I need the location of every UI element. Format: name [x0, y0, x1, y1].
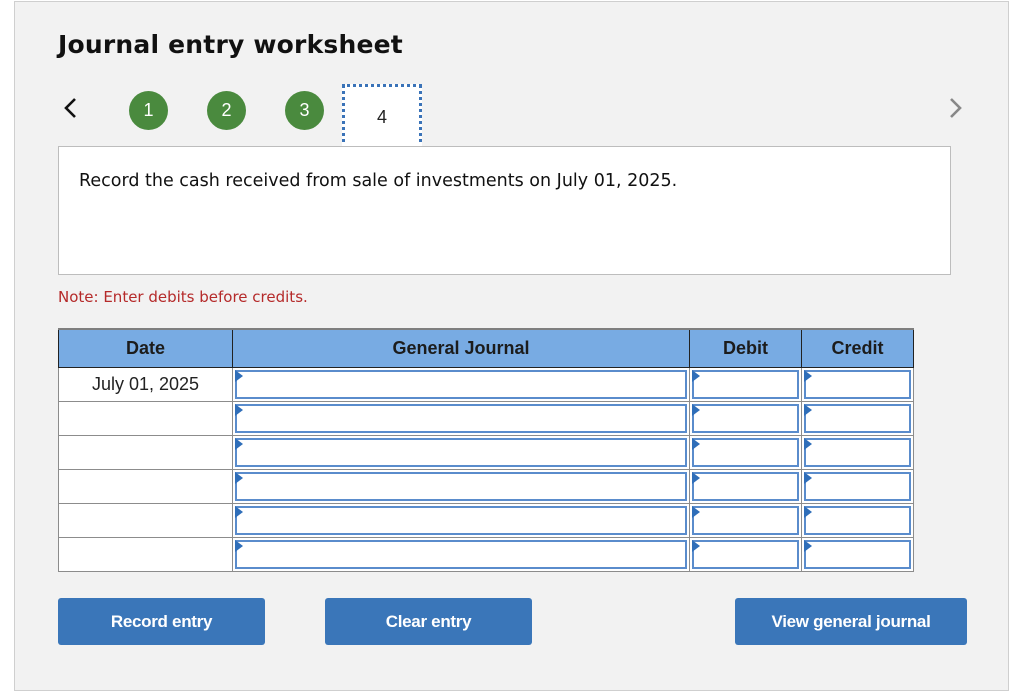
credit-cell [801, 469, 914, 504]
clear-entry-button[interactable]: Clear entry [325, 598, 532, 645]
prompt-text: Record the cash received from sale of in… [79, 171, 678, 191]
page-title: Journal entry worksheet [58, 30, 403, 59]
date-cell [58, 435, 233, 470]
account-cell [232, 367, 690, 402]
debit-cell [689, 401, 802, 436]
account-cell [232, 503, 690, 538]
step-3[interactable]: 3 [285, 91, 324, 130]
header-date: Date [58, 328, 233, 368]
credit-input[interactable] [804, 370, 911, 399]
credit-input[interactable] [804, 404, 911, 433]
table-row [58, 537, 914, 572]
header-credit: Credit [801, 328, 914, 368]
account-input[interactable] [235, 506, 687, 535]
table-header-row: Date General Journal Debit Credit [58, 328, 914, 368]
debit-cell [689, 367, 802, 402]
header-debit: Debit [689, 328, 802, 368]
debit-input[interactable] [692, 404, 799, 433]
previous-button[interactable] [60, 95, 82, 121]
debit-cell [689, 537, 802, 572]
table-row [58, 469, 914, 504]
credit-cell [801, 503, 914, 538]
account-input[interactable] [235, 472, 687, 501]
header-general-journal: General Journal [232, 328, 690, 368]
debit-input[interactable] [692, 438, 799, 467]
debit-cell [689, 435, 802, 470]
debit-cell [689, 469, 802, 504]
account-cell [232, 401, 690, 436]
record-entry-button[interactable]: Record entry [58, 598, 265, 645]
debit-input[interactable] [692, 370, 799, 399]
credit-input[interactable] [804, 540, 911, 569]
step-4-current[interactable]: 4 [342, 84, 422, 150]
account-input[interactable] [235, 404, 687, 433]
debit-input[interactable] [692, 540, 799, 569]
date-cell [58, 469, 233, 504]
prompt-box: Record the cash received from sale of in… [58, 146, 951, 275]
credit-input[interactable] [804, 506, 911, 535]
debit-cell [689, 503, 802, 538]
account-cell [232, 537, 690, 572]
credit-input[interactable] [804, 472, 911, 501]
journal-table: Date General Journal Debit Credit July 0… [58, 328, 914, 572]
credit-cell [801, 537, 914, 572]
credit-input[interactable] [804, 438, 911, 467]
table-row: July 01, 2025 [58, 367, 914, 402]
account-input[interactable] [235, 370, 687, 399]
date-cell: July 01, 2025 [58, 367, 233, 402]
debit-input[interactable] [692, 506, 799, 535]
view-general-journal-button[interactable]: View general journal [735, 598, 967, 645]
debit-input[interactable] [692, 472, 799, 501]
chevron-left-icon [64, 98, 76, 118]
account-cell [232, 435, 690, 470]
table-row [58, 401, 914, 436]
table-row [58, 503, 914, 538]
date-cell [58, 537, 233, 572]
step-1[interactable]: 1 [129, 91, 168, 130]
note-text: Note: Enter debits before credits. [58, 288, 308, 306]
credit-cell [801, 435, 914, 470]
credit-cell [801, 401, 914, 436]
step-2[interactable]: 2 [207, 91, 246, 130]
credit-cell [801, 367, 914, 402]
date-cell [58, 503, 233, 538]
account-input[interactable] [235, 540, 687, 569]
account-cell [232, 469, 690, 504]
next-button[interactable] [944, 95, 966, 121]
account-input[interactable] [235, 438, 687, 467]
date-cell [58, 401, 233, 436]
table-row [58, 435, 914, 470]
chevron-right-icon [950, 98, 962, 118]
